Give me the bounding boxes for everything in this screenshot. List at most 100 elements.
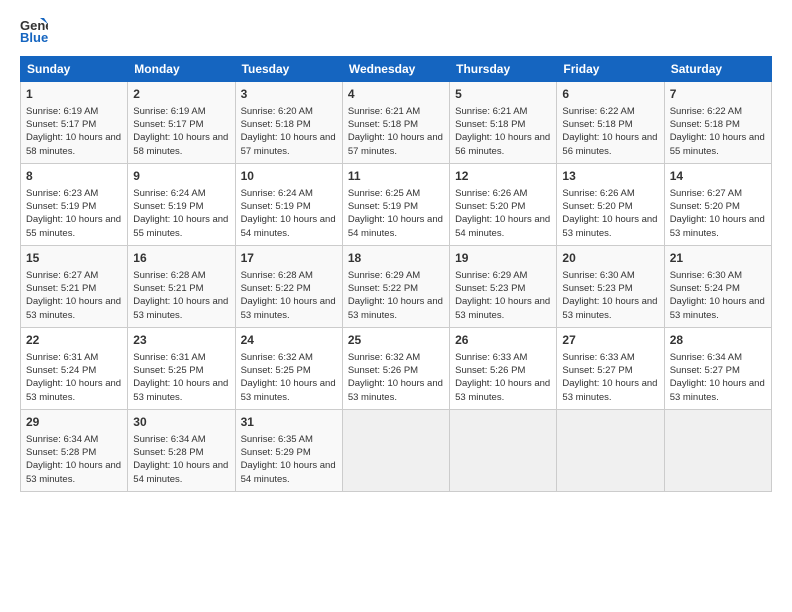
calendar-cell: 31 Sunrise: 6:35 AM Sunset: 5:29 PM Dayl… [235, 410, 342, 492]
daylight-label: Daylight: 10 hours and 53 minutes. [241, 296, 336, 320]
sunset-label: Sunset: 5:29 PM [241, 447, 311, 458]
day-number: 2 [133, 86, 229, 103]
sunset-label: Sunset: 5:17 PM [133, 119, 203, 130]
sunset-label: Sunset: 5:21 PM [26, 283, 96, 294]
calendar-cell: 29 Sunrise: 6:34 AM Sunset: 5:28 PM Dayl… [21, 410, 128, 492]
day-number: 16 [133, 250, 229, 267]
sunrise-label: Sunrise: 6:30 AM [670, 270, 742, 281]
col-header-tuesday: Tuesday [235, 57, 342, 82]
day-number: 22 [26, 332, 122, 349]
daylight-label: Daylight: 10 hours and 53 minutes. [26, 460, 121, 484]
daylight-label: Daylight: 10 hours and 56 minutes. [455, 132, 550, 156]
sunrise-label: Sunrise: 6:27 AM [670, 188, 742, 199]
sunrise-label: Sunrise: 6:31 AM [26, 352, 98, 363]
sunrise-label: Sunrise: 6:28 AM [133, 270, 205, 281]
sunrise-label: Sunrise: 6:26 AM [455, 188, 527, 199]
daylight-label: Daylight: 10 hours and 53 minutes. [670, 378, 765, 402]
day-number: 10 [241, 168, 337, 185]
day-number: 21 [670, 250, 766, 267]
calendar-cell [342, 410, 449, 492]
day-number: 14 [670, 168, 766, 185]
daylight-label: Daylight: 10 hours and 56 minutes. [562, 132, 657, 156]
calendar-cell: 6 Sunrise: 6:22 AM Sunset: 5:18 PM Dayli… [557, 82, 664, 164]
daylight-label: Daylight: 10 hours and 57 minutes. [241, 132, 336, 156]
sunset-label: Sunset: 5:24 PM [670, 283, 740, 294]
daylight-label: Daylight: 10 hours and 58 minutes. [133, 132, 228, 156]
calendar-cell: 23 Sunrise: 6:31 AM Sunset: 5:25 PM Dayl… [128, 328, 235, 410]
calendar-cell: 7 Sunrise: 6:22 AM Sunset: 5:18 PM Dayli… [664, 82, 771, 164]
col-header-monday: Monday [128, 57, 235, 82]
daylight-label: Daylight: 10 hours and 55 minutes. [26, 214, 121, 238]
sunset-label: Sunset: 5:26 PM [348, 365, 418, 376]
sunrise-label: Sunrise: 6:31 AM [133, 352, 205, 363]
daylight-label: Daylight: 10 hours and 53 minutes. [562, 214, 657, 238]
sunset-label: Sunset: 5:25 PM [133, 365, 203, 376]
calendar-cell: 25 Sunrise: 6:32 AM Sunset: 5:26 PM Dayl… [342, 328, 449, 410]
sunrise-label: Sunrise: 6:29 AM [348, 270, 420, 281]
col-header-friday: Friday [557, 57, 664, 82]
day-number: 17 [241, 250, 337, 267]
calendar-cell: 22 Sunrise: 6:31 AM Sunset: 5:24 PM Dayl… [21, 328, 128, 410]
sunrise-label: Sunrise: 6:25 AM [348, 188, 420, 199]
daylight-label: Daylight: 10 hours and 53 minutes. [348, 296, 443, 320]
day-number: 13 [562, 168, 658, 185]
day-number: 31 [241, 414, 337, 431]
calendar-cell: 2 Sunrise: 6:19 AM Sunset: 5:17 PM Dayli… [128, 82, 235, 164]
sunrise-label: Sunrise: 6:35 AM [241, 434, 313, 445]
day-number: 1 [26, 86, 122, 103]
sunrise-label: Sunrise: 6:19 AM [26, 106, 98, 117]
calendar-cell: 16 Sunrise: 6:28 AM Sunset: 5:21 PM Dayl… [128, 246, 235, 328]
sunset-label: Sunset: 5:18 PM [348, 119, 418, 130]
daylight-label: Daylight: 10 hours and 53 minutes. [133, 378, 228, 402]
calendar-week-3: 15 Sunrise: 6:27 AM Sunset: 5:21 PM Dayl… [21, 246, 772, 328]
calendar-cell: 19 Sunrise: 6:29 AM Sunset: 5:23 PM Dayl… [450, 246, 557, 328]
daylight-label: Daylight: 10 hours and 54 minutes. [455, 214, 550, 238]
col-header-thursday: Thursday [450, 57, 557, 82]
calendar-cell: 24 Sunrise: 6:32 AM Sunset: 5:25 PM Dayl… [235, 328, 342, 410]
day-number: 19 [455, 250, 551, 267]
daylight-label: Daylight: 10 hours and 53 minutes. [562, 378, 657, 402]
sunset-label: Sunset: 5:18 PM [241, 119, 311, 130]
day-number: 8 [26, 168, 122, 185]
sunrise-label: Sunrise: 6:34 AM [133, 434, 205, 445]
calendar-week-1: 1 Sunrise: 6:19 AM Sunset: 5:17 PM Dayli… [21, 82, 772, 164]
calendar-cell: 14 Sunrise: 6:27 AM Sunset: 5:20 PM Dayl… [664, 164, 771, 246]
sunrise-label: Sunrise: 6:32 AM [241, 352, 313, 363]
sunset-label: Sunset: 5:22 PM [348, 283, 418, 294]
sunset-label: Sunset: 5:25 PM [241, 365, 311, 376]
calendar-cell: 28 Sunrise: 6:34 AM Sunset: 5:27 PM Dayl… [664, 328, 771, 410]
sunset-label: Sunset: 5:20 PM [670, 201, 740, 212]
day-number: 26 [455, 332, 551, 349]
daylight-label: Daylight: 10 hours and 55 minutes. [670, 132, 765, 156]
col-header-saturday: Saturday [664, 57, 771, 82]
daylight-label: Daylight: 10 hours and 53 minutes. [562, 296, 657, 320]
daylight-label: Daylight: 10 hours and 53 minutes. [455, 378, 550, 402]
calendar-cell: 26 Sunrise: 6:33 AM Sunset: 5:26 PM Dayl… [450, 328, 557, 410]
logo: General Blue [20, 16, 52, 44]
sunset-label: Sunset: 5:23 PM [562, 283, 632, 294]
day-number: 28 [670, 332, 766, 349]
day-number: 27 [562, 332, 658, 349]
calendar-cell [557, 410, 664, 492]
header-row: SundayMondayTuesdayWednesdayThursdayFrid… [21, 57, 772, 82]
sunrise-label: Sunrise: 6:24 AM [133, 188, 205, 199]
sunset-label: Sunset: 5:20 PM [562, 201, 632, 212]
calendar-cell: 8 Sunrise: 6:23 AM Sunset: 5:19 PM Dayli… [21, 164, 128, 246]
calendar-table: SundayMondayTuesdayWednesdayThursdayFrid… [20, 56, 772, 492]
calendar-cell: 5 Sunrise: 6:21 AM Sunset: 5:18 PM Dayli… [450, 82, 557, 164]
daylight-label: Daylight: 10 hours and 58 minutes. [26, 132, 121, 156]
col-header-sunday: Sunday [21, 57, 128, 82]
calendar-cell: 13 Sunrise: 6:26 AM Sunset: 5:20 PM Dayl… [557, 164, 664, 246]
day-number: 15 [26, 250, 122, 267]
daylight-label: Daylight: 10 hours and 54 minutes. [241, 214, 336, 238]
daylight-label: Daylight: 10 hours and 54 minutes. [133, 460, 228, 484]
sunset-label: Sunset: 5:18 PM [670, 119, 740, 130]
sunrise-label: Sunrise: 6:21 AM [455, 106, 527, 117]
sunset-label: Sunset: 5:19 PM [348, 201, 418, 212]
daylight-label: Daylight: 10 hours and 53 minutes. [455, 296, 550, 320]
sunrise-label: Sunrise: 6:29 AM [455, 270, 527, 281]
sunrise-label: Sunrise: 6:32 AM [348, 352, 420, 363]
calendar-cell: 15 Sunrise: 6:27 AM Sunset: 5:21 PM Dayl… [21, 246, 128, 328]
day-number: 3 [241, 86, 337, 103]
day-number: 6 [562, 86, 658, 103]
